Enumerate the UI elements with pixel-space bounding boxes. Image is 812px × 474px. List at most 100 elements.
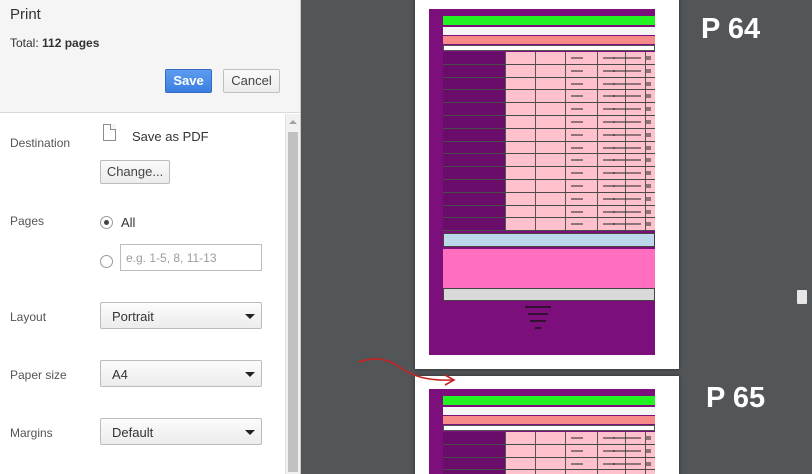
name-cell — [613, 82, 641, 85]
margins-select[interactable]: Default — [100, 418, 262, 445]
paper-size-selected-value: A4 — [112, 367, 128, 382]
total-pages-value: 112 pages — [42, 36, 100, 50]
row-number-cell — [646, 461, 651, 466]
table-cell — [443, 444, 505, 457]
table-total-row — [443, 233, 655, 247]
table-gridline — [535, 470, 536, 474]
table-gridline — [535, 90, 536, 103]
table-row — [443, 205, 655, 219]
table-gridline — [505, 128, 506, 141]
preview-page-64[interactable] — [415, 0, 679, 369]
table-gridline — [535, 167, 536, 179]
table-cell — [443, 167, 505, 179]
value-cell — [571, 197, 583, 200]
table-gridline — [565, 457, 566, 470]
page-label-64: P 64 — [701, 13, 761, 45]
value-cell — [603, 172, 615, 175]
name-cell — [613, 133, 641, 136]
cancel-button[interactable]: Cancel — [223, 69, 280, 93]
document-section-bar — [443, 416, 655, 424]
layout-select[interactable]: Portrait — [100, 302, 262, 329]
table-gridline — [597, 444, 598, 457]
table-cell — [443, 432, 505, 444]
table-gridline — [535, 64, 536, 77]
settings-scroll-thumb[interactable] — [288, 132, 298, 472]
row-number-cell — [646, 448, 651, 453]
document-header-bar — [443, 396, 655, 405]
table-gridline — [535, 179, 536, 192]
value-cell — [571, 437, 583, 439]
table-gridline — [535, 128, 536, 141]
table-gridline — [597, 432, 598, 444]
table-gridline — [565, 154, 566, 167]
value-cell — [571, 223, 583, 226]
value-cell — [571, 120, 583, 123]
table-gridline — [535, 192, 536, 205]
table-gridline — [597, 52, 598, 64]
table-row — [443, 457, 655, 471]
table-gridline — [565, 141, 566, 154]
preview-scrollbar[interactable] — [792, 0, 812, 474]
pages-all-label[interactable]: All — [121, 215, 135, 230]
document-header-bar — [443, 16, 655, 25]
save-button[interactable]: Save — [165, 69, 212, 93]
table-gridline — [505, 141, 506, 154]
value-cell — [571, 449, 583, 452]
paper-size-select[interactable]: A4 — [100, 360, 262, 387]
value-cell — [603, 108, 615, 111]
row-number-cell — [646, 209, 651, 214]
table-gridline — [597, 154, 598, 167]
value-cell — [571, 210, 583, 213]
value-cell — [603, 69, 615, 72]
margins-selected-value: Default — [112, 425, 154, 440]
row-number-cell — [646, 107, 651, 112]
table-gridline — [597, 103, 598, 115]
table-row — [443, 167, 655, 180]
table-gridline — [597, 205, 598, 218]
data-table — [443, 432, 655, 474]
table-gridline — [565, 115, 566, 128]
layout-selected-value: Portrait — [112, 309, 154, 324]
table-cell — [443, 192, 505, 205]
table-gridline — [505, 64, 506, 77]
table-gridline — [535, 154, 536, 167]
row-number-cell — [646, 171, 651, 176]
table-gridline — [535, 444, 536, 457]
value-cell — [603, 95, 615, 98]
table-gridline — [597, 115, 598, 128]
table-cell — [443, 154, 505, 167]
table-row — [443, 77, 655, 91]
destination-label: Destination — [10, 136, 71, 150]
pages-all-radio[interactable] — [100, 216, 113, 229]
table-gridline — [535, 218, 536, 231]
preview-scroll-thumb[interactable] — [797, 290, 807, 304]
table-row — [443, 154, 655, 168]
table-row — [443, 432, 655, 445]
print-preview[interactable]: P 64 P 65 — [302, 0, 812, 474]
pages-range-input[interactable] — [120, 244, 262, 271]
name-cell — [613, 57, 641, 59]
paper-size-label: Paper size — [10, 368, 67, 382]
chevron-down-icon — [245, 372, 255, 377]
table-gridline — [535, 115, 536, 128]
change-destination-button[interactable]: Change... — [100, 160, 170, 184]
margins-label: Margins — [10, 426, 53, 440]
document-subtitle-bar — [443, 27, 655, 35]
scroll-up-arrow-icon[interactable] — [289, 120, 297, 124]
signature-line — [535, 327, 541, 329]
value-cell — [603, 159, 615, 162]
table-cell — [443, 90, 505, 103]
settings-scrollbar[interactable] — [285, 114, 300, 474]
table-gridline — [505, 218, 506, 231]
table-gridline — [505, 115, 506, 128]
preview-page-65[interactable] — [415, 376, 679, 474]
table-gridline — [535, 52, 536, 64]
name-cell — [613, 146, 641, 149]
layout-label: Layout — [10, 310, 47, 324]
table-gridline — [505, 470, 506, 474]
table-row — [443, 470, 655, 474]
row-number-cell — [646, 68, 651, 73]
pages-custom-radio[interactable] — [100, 255, 113, 268]
value-cell — [571, 146, 583, 149]
table-cell — [443, 128, 505, 141]
